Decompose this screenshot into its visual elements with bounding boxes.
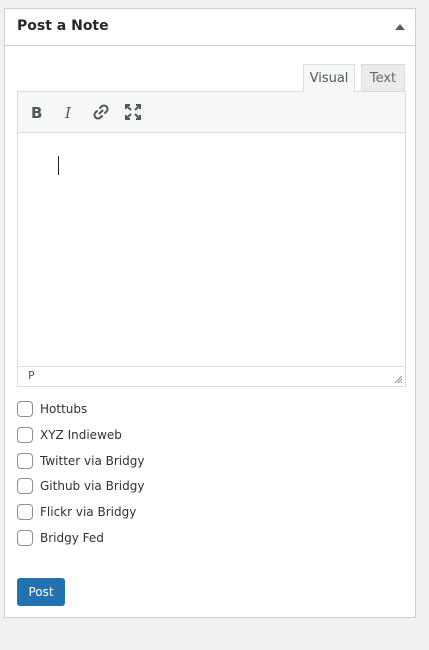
italic-button[interactable]: I	[57, 100, 81, 124]
fullscreen-button[interactable]	[121, 100, 145, 124]
element-path[interactable]: P	[28, 369, 35, 382]
option-label: Hottubs	[40, 402, 88, 416]
tab-visual[interactable]: Visual	[303, 64, 355, 92]
checkbox[interactable]	[17, 504, 33, 520]
option-xyz-indieweb[interactable]: XYZ Indieweb	[17, 425, 122, 445]
checkbox[interactable]	[17, 478, 33, 494]
editor-content-area[interactable]	[18, 134, 405, 366]
bold-icon: B	[31, 105, 42, 119]
italic-icon: I	[64, 105, 72, 119]
rich-text-editor: B I P	[17, 91, 406, 387]
post-note-widget: Post a Note Visual Text B I P Hottubs XY…	[4, 8, 416, 618]
post-button[interactable]: Post	[17, 578, 65, 606]
text-caret	[58, 156, 59, 175]
option-github-bridgy[interactable]: Github via Bridgy	[17, 476, 144, 496]
link-icon	[93, 104, 109, 120]
option-label: Github via Bridgy	[40, 479, 145, 493]
checkbox[interactable]	[17, 453, 33, 469]
tab-text[interactable]: Text	[361, 64, 405, 92]
option-flickr-bridgy[interactable]: Flickr via Bridgy	[17, 502, 136, 522]
link-button[interactable]	[89, 100, 113, 124]
fullscreen-icon	[125, 104, 141, 120]
option-bridgy-fed[interactable]: Bridgy Fed	[17, 528, 104, 548]
widget-header: Post a Note	[5, 9, 415, 46]
option-label: XYZ Indieweb	[40, 428, 122, 442]
option-hottubs[interactable]: Hottubs	[17, 399, 87, 419]
svg-text:B: B	[31, 105, 42, 119]
checkbox[interactable]	[17, 530, 33, 546]
editor-statusbar: P	[18, 366, 405, 386]
bold-button[interactable]: B	[25, 100, 49, 124]
option-label: Flickr via Bridgy	[40, 505, 137, 519]
resize-handle-icon[interactable]	[394, 375, 403, 384]
option-twitter-bridgy[interactable]: Twitter via Bridgy	[17, 451, 144, 471]
editor-toolbar: B I	[18, 92, 405, 133]
option-label: Bridgy Fed	[40, 531, 104, 545]
collapse-arrow-icon[interactable]	[395, 22, 405, 32]
checkbox[interactable]	[17, 401, 33, 417]
option-label: Twitter via Bridgy	[40, 454, 145, 468]
widget-title: Post a Note	[17, 18, 109, 34]
svg-text:I: I	[64, 105, 72, 119]
checkbox[interactable]	[17, 427, 33, 443]
